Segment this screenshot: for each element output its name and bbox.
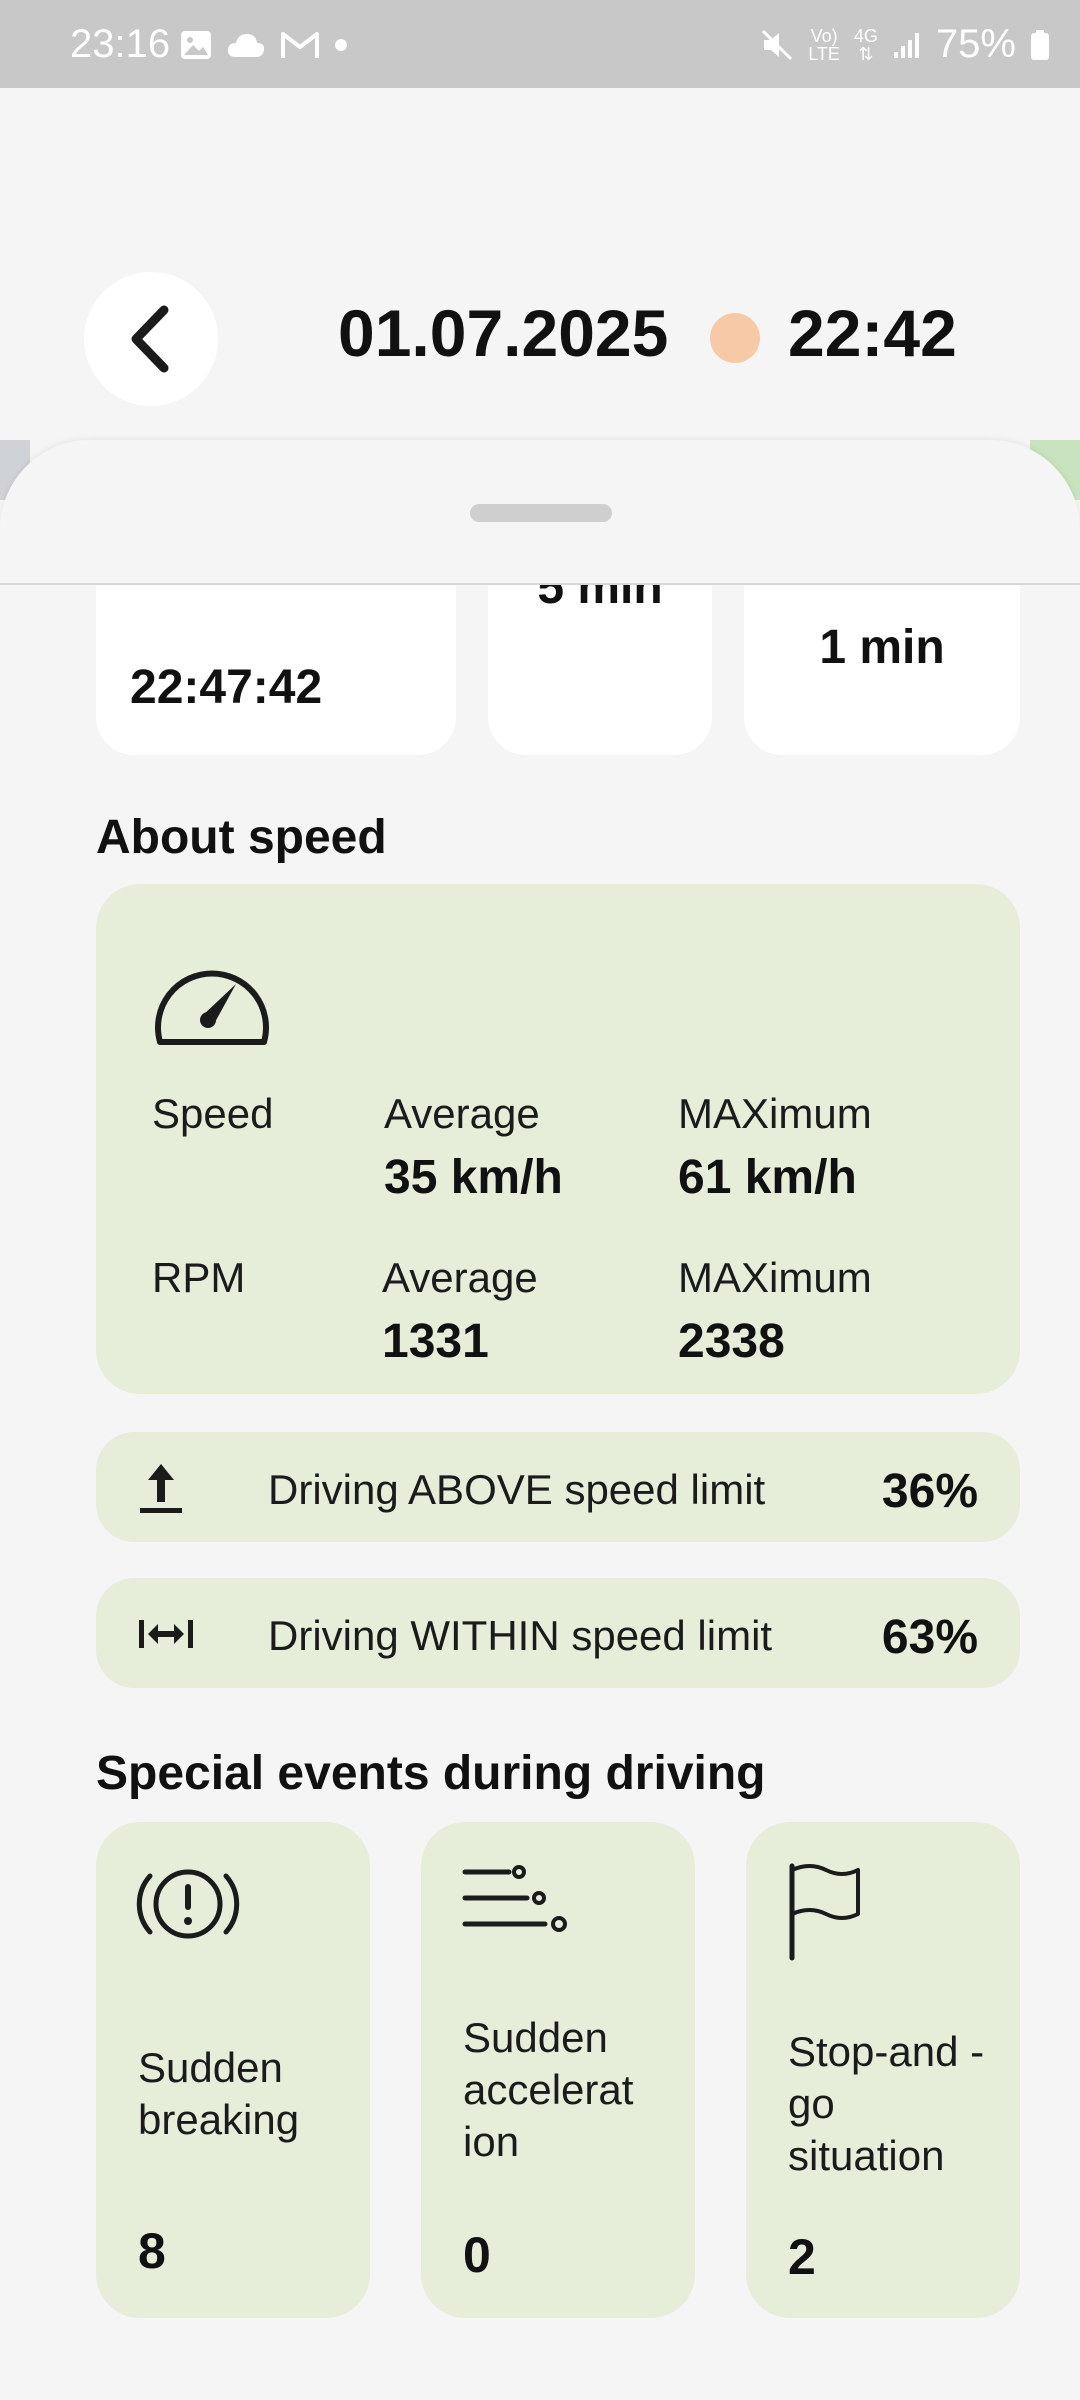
speedometer-icon bbox=[155, 970, 269, 1045]
speed-max-label: MAXimum bbox=[678, 1090, 872, 1137]
sheet-content: 22:47:42 5 min 1 min About speed Speed A… bbox=[0, 440, 1080, 2400]
sudden-acceleration-count: 0 bbox=[463, 2227, 491, 2283]
status-time: 23:16 bbox=[70, 22, 171, 66]
stop-and-go-label: Stop-and -go situation bbox=[788, 2028, 985, 2179]
gmail-icon bbox=[281, 32, 319, 58]
volte-icon: Vo) LTE bbox=[808, 25, 840, 64]
within-speed-limit-label: Driving WITHIN speed limit bbox=[268, 1612, 773, 1659]
speed-label: Speed bbox=[152, 1090, 274, 1137]
speed-card: Speed Average 35 km/h MAXimum 61 km/h RP… bbox=[96, 884, 1020, 1394]
cloud-icon bbox=[227, 34, 265, 57]
stop-and-go-count: 2 bbox=[788, 2229, 816, 2285]
idle-time-value: 1 min bbox=[819, 621, 945, 674]
speed-average-label: Average bbox=[384, 1090, 540, 1137]
rpm-label: RPM bbox=[152, 1254, 246, 1301]
brake-warning-icon bbox=[136, 1869, 240, 1939]
trip-status-dot bbox=[710, 313, 760, 363]
rpm-max-label: MAXimum bbox=[678, 1254, 872, 1301]
image-icon bbox=[181, 31, 211, 59]
end-time-value: 22:47:42 bbox=[130, 661, 323, 714]
within-speed-limit-percent: 63% bbox=[881, 1611, 978, 1664]
sudden-braking-label: Sudden breaking bbox=[138, 2044, 300, 2143]
sudden-braking-card[interactable]: Sudden breaking 8 bbox=[96, 1822, 370, 2318]
mute-icon bbox=[762, 29, 793, 60]
above-limit-icon bbox=[140, 1464, 182, 1513]
battery-percent: 75% bbox=[935, 22, 1016, 66]
sheet-divider bbox=[0, 583, 1080, 585]
battery-icon bbox=[1031, 29, 1049, 60]
chevron-left-icon bbox=[131, 305, 169, 373]
sudden-braking-count: 8 bbox=[138, 2223, 166, 2279]
trip-header bbox=[0, 88, 1080, 448]
within-limit-icon bbox=[139, 1620, 193, 1648]
system-icons: Vo) LTE 4G ⇅ 75% bbox=[760, 22, 1050, 67]
above-speed-limit-label: Driving ABOVE speed limit bbox=[268, 1466, 766, 1513]
trip-date: 01.07.2025 bbox=[338, 296, 669, 370]
within-speed-limit-row: Driving WITHIN speed limit 63% bbox=[96, 1578, 1020, 1688]
status-bar: 23:16 Vo) LTE 4G ⇅ 75% bbox=[0, 0, 1080, 88]
rpm-max-value: 2338 bbox=[678, 1315, 785, 1368]
back-button[interactable] bbox=[84, 272, 218, 406]
sudden-acceleration-card[interactable]: Sudden accelerat ion 0 bbox=[421, 1822, 695, 2318]
flag-icon bbox=[789, 1863, 860, 1961]
rpm-average-label: Average bbox=[382, 1254, 538, 1301]
speed-max-value: 61 km/h bbox=[678, 1151, 857, 1204]
rpm-average-value: 1331 bbox=[382, 1315, 489, 1368]
stop-and-go-card[interactable]: Stop-and -go situation 2 bbox=[746, 1822, 1020, 2318]
above-speed-limit-percent: 36% bbox=[881, 1465, 978, 1518]
about-speed-title: About speed bbox=[96, 811, 387, 864]
sudden-acceleration-label: Sudden accelerat ion bbox=[463, 2014, 634, 2165]
special-events-title: Special events during driving bbox=[96, 1747, 766, 1800]
acceleration-icon bbox=[462, 1865, 567, 1932]
trip-start-time: 22:42 bbox=[788, 296, 957, 370]
notification-icons bbox=[180, 30, 348, 60]
above-speed-limit-row: Driving ABOVE speed limit 36% bbox=[96, 1432, 1020, 1542]
data-4g-icon: 4G ⇅ bbox=[853, 25, 878, 64]
drag-handle[interactable] bbox=[470, 504, 612, 522]
trip-details-sheet[interactable]: 22:47:42 5 min 1 min About speed Speed A… bbox=[0, 440, 1080, 2400]
dot-icon bbox=[335, 39, 347, 51]
signal-icon bbox=[893, 32, 919, 58]
speed-average-value: 35 km/h bbox=[384, 1151, 563, 1204]
